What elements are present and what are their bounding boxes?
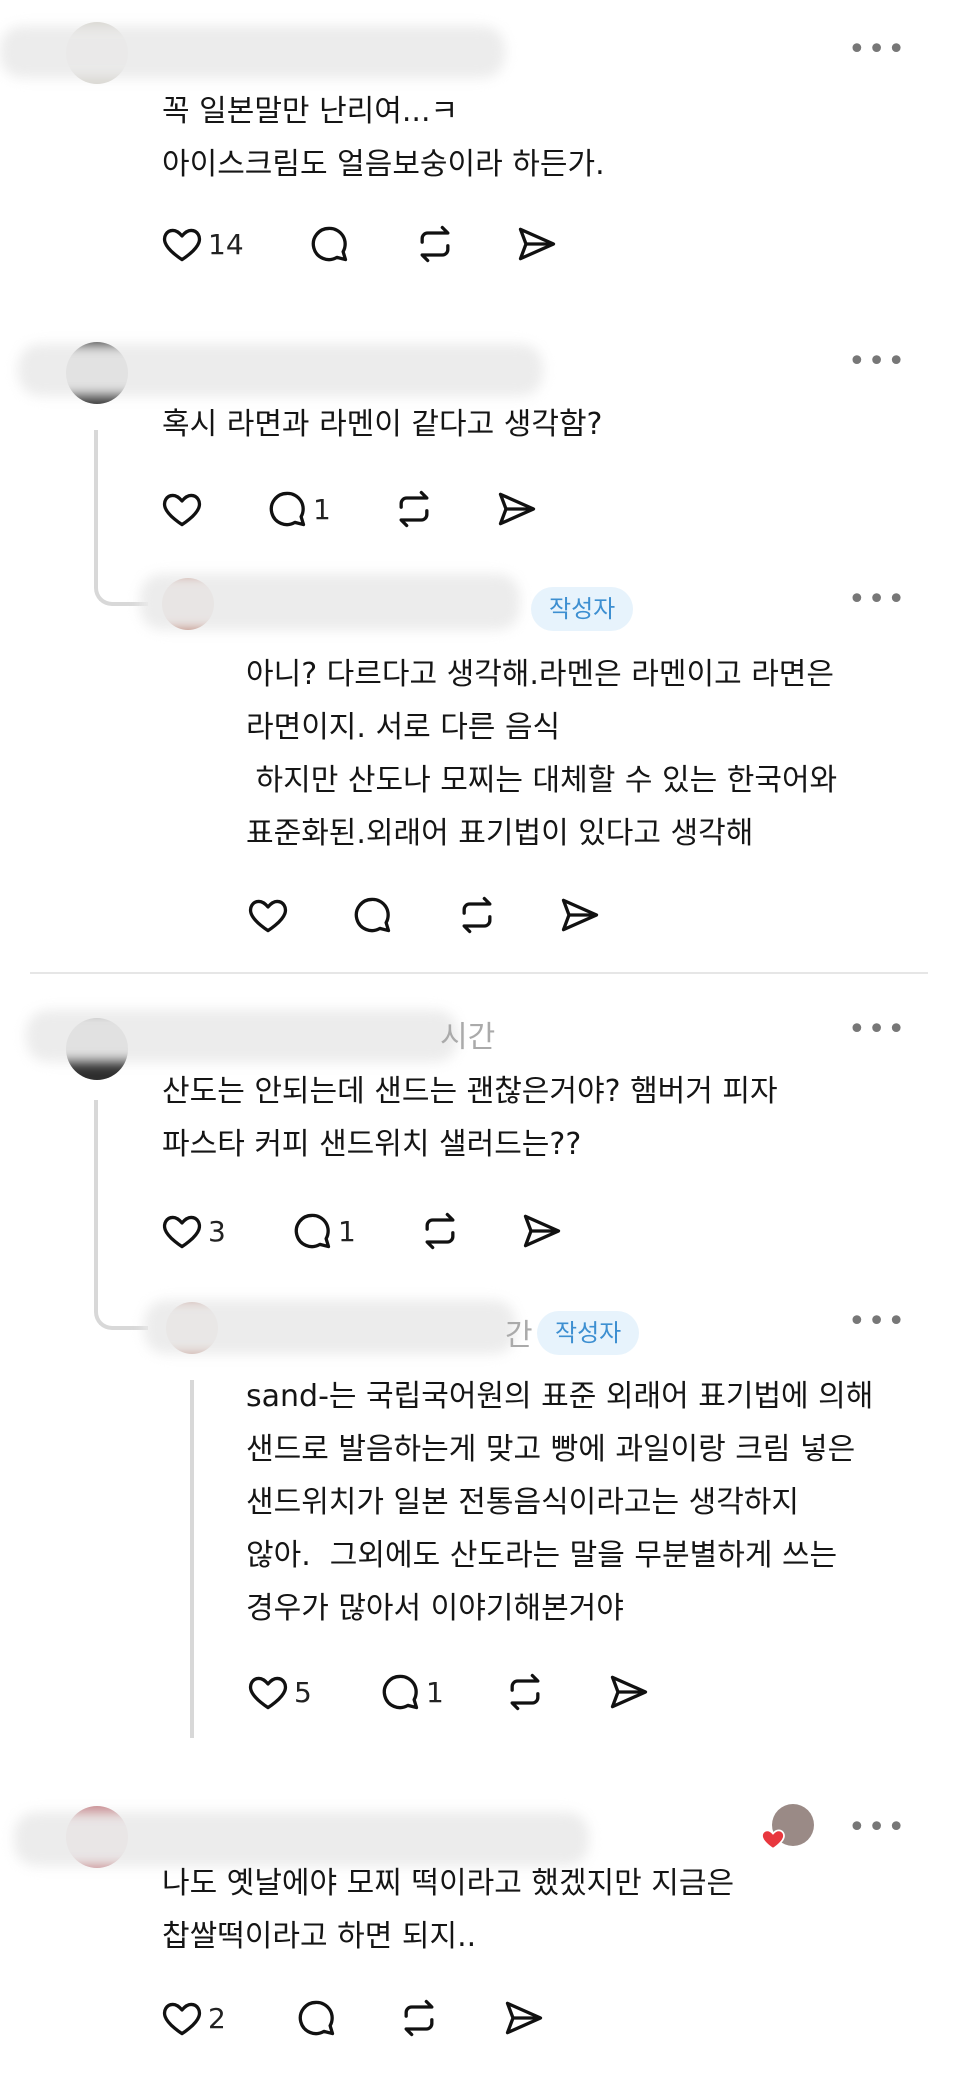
repost-button[interactable] — [397, 1996, 441, 2040]
like-count: 2 — [208, 2001, 226, 2035]
like-button[interactable]: 5 — [246, 1670, 312, 1714]
comment-text: 산도는 안되는데 샌드는 괜찮은거야? 햄버거 피자 파스타 커피 샌드위치 샐… — [162, 1074, 778, 1162]
repost-icon — [510, 1673, 540, 1711]
repost-button[interactable] — [413, 222, 457, 266]
like-count: 3 — [208, 1214, 226, 1248]
reply-button[interactable] — [350, 893, 394, 937]
reply-count: 1 — [426, 1675, 444, 1709]
username-redacted — [140, 574, 520, 630]
speech-bubble-icon — [298, 2000, 335, 2036]
username-redacted — [144, 1300, 516, 1354]
share-button[interactable] — [495, 487, 539, 531]
comment-text: 나도 옛날에야 모찌 떡이라고 했겠지만 지금은 찹쌀떡이라고 하면 되지.. — [162, 1866, 735, 1954]
share-button[interactable] — [520, 1209, 564, 1253]
repost-icon — [462, 896, 492, 934]
heart-icon — [162, 228, 202, 262]
repost-button[interactable] — [455, 893, 499, 937]
like-button[interactable]: 2 — [160, 1996, 226, 2040]
reply-button[interactable] — [307, 222, 351, 266]
send-icon — [561, 898, 599, 932]
reply-count: 1 — [338, 1214, 356, 1248]
reply-button[interactable]: 1 — [290, 1209, 356, 1253]
repost-icon — [420, 225, 450, 263]
reply-button[interactable]: 1 — [265, 487, 331, 531]
thread-connector — [190, 1380, 194, 1738]
repost-icon — [399, 490, 429, 528]
heart-icon — [248, 1676, 288, 1710]
speech-bubble-icon — [382, 1674, 419, 1710]
repost-icon — [404, 1999, 434, 2037]
reply-button[interactable]: 1 — [378, 1670, 444, 1714]
thread-connector — [94, 1100, 148, 1330]
share-button[interactable] — [558, 893, 602, 937]
speech-bubble-icon — [354, 897, 391, 933]
heart-icon — [162, 493, 202, 527]
heart-icon — [162, 1215, 202, 1249]
more-options-button[interactable]: ••• — [848, 347, 907, 377]
reply-count: 1 — [313, 492, 331, 526]
repost-button[interactable] — [503, 1670, 547, 1714]
comment-text: sand-는 국립국어원의 표준 외래어 표기법에 의해 샌드로 발음하는게 맞… — [246, 1379, 874, 1626]
more-options-button[interactable]: ••• — [848, 585, 907, 615]
heart-icon — [162, 2002, 202, 2036]
more-options-button[interactable]: ••• — [848, 1813, 907, 1843]
heart-icon — [248, 899, 288, 933]
repost-button[interactable] — [418, 1209, 462, 1253]
repost-button[interactable] — [392, 487, 436, 531]
send-icon — [505, 2001, 543, 2035]
like-count: 14 — [208, 227, 244, 261]
like-button[interactable]: 14 — [160, 222, 244, 266]
comment-text: 꼭 일본말만 난리여...ㅋ 아이스크림도 얼음보숭이라 하든가. — [162, 94, 605, 182]
send-icon — [518, 227, 556, 261]
more-options-button[interactable]: ••• — [848, 1307, 907, 1337]
speech-bubble-icon — [311, 226, 348, 262]
like-button[interactable] — [246, 893, 290, 937]
speech-bubble-icon — [294, 1213, 331, 1249]
speech-bubble-icon — [269, 491, 306, 527]
author-badge: 작성자 — [537, 1311, 640, 1355]
heart-icon — [760, 1826, 786, 1852]
timestamp-fragment: 간 — [505, 1318, 533, 1353]
send-icon — [523, 1214, 561, 1248]
thread-connector — [94, 430, 148, 606]
thread-divider — [30, 972, 928, 974]
more-options-button[interactable]: ••• — [848, 35, 907, 65]
send-icon — [498, 492, 536, 526]
timestamp-fragment: 시간 — [440, 1020, 496, 1055]
repost-icon — [425, 1212, 455, 1250]
share-button[interactable] — [502, 1996, 546, 2040]
username-redacted — [0, 26, 505, 78]
like-button[interactable]: 3 — [160, 1209, 226, 1253]
comment-text: 혹시 라면과 라멘이 같다고 생각함? — [162, 407, 603, 442]
username-redacted — [26, 1010, 458, 1062]
more-options-button[interactable]: ••• — [848, 1015, 907, 1045]
share-button[interactable] — [607, 1670, 651, 1714]
username-redacted — [18, 344, 543, 396]
send-icon — [610, 1675, 648, 1709]
like-button[interactable] — [160, 487, 204, 531]
author-badge: 작성자 — [531, 587, 634, 631]
share-button[interactable] — [515, 222, 559, 266]
comment-text: 아니? 다르다고 생각해.라멘은 라멘이고 라면은 라면이지. 서로 다른 음식… — [246, 657, 838, 851]
like-count: 5 — [294, 1675, 312, 1709]
reply-button[interactable] — [294, 1996, 338, 2040]
